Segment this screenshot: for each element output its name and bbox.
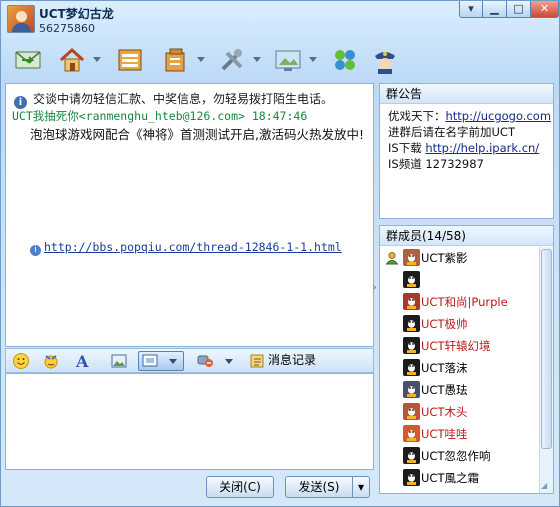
chevron-down-icon[interactable]	[197, 57, 205, 62]
message-input[interactable]	[5, 373, 374, 470]
member-avatar-icon	[403, 403, 420, 420]
link-icon: i	[30, 245, 41, 256]
home-icon[interactable]	[57, 45, 101, 75]
members-title: 群成员(14/58)	[380, 226, 553, 246]
group-announcement: 群公告 优戏天下：http://ucgogo.com 进群后请在名字前加UCT …	[379, 83, 554, 219]
police-icon[interactable]	[370, 45, 400, 75]
member-avatar-icon	[403, 293, 420, 310]
history-icon	[250, 354, 264, 368]
member-avatar-icon	[403, 447, 420, 464]
history-label: 消息记录	[268, 353, 317, 367]
member-name: UCT忽忽作响	[421, 449, 491, 463]
group-id: 56275860	[39, 22, 95, 35]
member-item[interactable]: UCT木头	[380, 401, 540, 423]
member-name: UCT落沫	[421, 361, 468, 375]
magic-emoji-icon[interactable]	[42, 352, 60, 370]
image-icon[interactable]	[110, 352, 128, 370]
voice-icon[interactable]	[196, 352, 214, 370]
close-window-button[interactable]: ✕	[530, 1, 559, 18]
title-bar: UCT梦幻古龙 56275860 ▾ ▁ □ ✕	[1, 1, 559, 39]
svg-text:A: A	[75, 352, 89, 370]
chevron-down-icon[interactable]	[93, 57, 101, 62]
send-button[interactable]: 发送(S)	[285, 476, 353, 498]
emoji-icon[interactable]	[12, 352, 30, 370]
member-name: UCT木头	[421, 405, 468, 419]
announcement-text: 优戏天下：	[388, 109, 446, 123]
member-item[interactable]: UCT愚珐	[380, 379, 540, 401]
chat-window: UCT梦幻古龙 56275860 ▾ ▁ □ ✕ i 交谈中请勿轻信汇款、中奖信…	[0, 0, 560, 507]
message-sender-line: UCT我抽死你<ranmenghu_hteb@126.com> 18:47:46	[12, 109, 308, 123]
close-button[interactable]: 关闭(C)	[206, 476, 274, 498]
member-avatar-icon	[403, 337, 420, 354]
window-menu-button[interactable]: ▾	[459, 1, 483, 18]
member-avatar-icon	[403, 359, 420, 376]
message-history-button[interactable]: 消息记录	[246, 351, 320, 370]
member-item[interactable]: UCT哇哇	[380, 423, 540, 445]
puzzle-icon[interactable]	[330, 45, 360, 75]
announcement-text: IS下载	[388, 141, 426, 155]
message-link[interactable]: http://bbs.popqiu.com/thread-12846-1-1.h…	[44, 240, 342, 254]
font-icon[interactable]: A	[74, 352, 92, 371]
chevron-down-icon[interactable]	[225, 359, 233, 364]
member-name: UCT和尚|Purple	[421, 295, 508, 309]
announcement-line: 优戏天下：http://ucgogo.com	[388, 108, 551, 124]
member-avatar-icon	[403, 381, 420, 398]
notice-text: 交谈中请勿轻信汇款、中奖信息，勿轻易拨打陌生电话。	[33, 92, 334, 106]
mail-icon[interactable]	[13, 45, 43, 75]
member-avatar-icon	[403, 271, 420, 288]
announcement-title: 群公告	[380, 84, 553, 104]
group-avatar[interactable]	[7, 5, 35, 33]
share-icon[interactable]	[161, 45, 205, 75]
members-scrollbar[interactable]	[539, 247, 553, 493]
announcement-line: 进群后请在名字前加UCT	[388, 125, 515, 139]
group-members: 群成员(14/58) UCT紫影 UCT和尚|Purple UCT极帅 UCT轩辕幻境…	[379, 225, 554, 494]
member-item[interactable]: UCT風之霜	[380, 467, 540, 489]
announcement-link[interactable]: http://help.ipark.cn/	[425, 141, 539, 155]
space-icon[interactable]	[115, 45, 145, 75]
member-name: UCT愚珐	[421, 383, 468, 397]
member-name: UCT极帅	[421, 317, 468, 331]
chevron-down-icon[interactable]	[309, 57, 317, 62]
member-avatar-icon	[403, 469, 420, 486]
apps-icon[interactable]	[217, 45, 261, 75]
group-name: UCT梦幻古龙	[39, 7, 114, 21]
maximize-button[interactable]: □	[506, 1, 531, 18]
security-notice: i 交谈中请勿轻信汇款、中奖信息，勿轻易拨打陌生电话。	[14, 90, 370, 109]
member-name: UCT轩辕幻境	[421, 339, 491, 353]
member-name: UCT哇哇	[421, 427, 468, 441]
member-item[interactable]: UCT忽忽作响	[380, 445, 540, 467]
minimize-button[interactable]: ▁	[482, 1, 507, 18]
member-avatar-icon	[403, 249, 420, 266]
message-history[interactable]: i 交谈中请勿轻信汇款、中奖信息，勿轻易拨打陌生电话。 UCT我抽死你<ranme…	[5, 83, 374, 347]
member-item[interactable]: UCT落沫	[380, 357, 540, 379]
send-options-dropdown[interactable]: ▾	[352, 476, 370, 498]
announcement-line: IS下载 http://help.ipark.cn/	[388, 140, 539, 156]
member-item[interactable]: UCT和尚|Purple	[380, 291, 540, 313]
chevron-down-icon[interactable]	[253, 57, 261, 62]
member-item[interactable]: UCT轩辕幻境	[380, 335, 540, 357]
member-name: UCT紫影	[421, 251, 468, 265]
chevron-down-icon[interactable]	[169, 359, 177, 364]
member-avatar-icon	[403, 425, 420, 442]
member-item[interactable]: UCT紫影	[380, 247, 540, 269]
toolbar	[1, 41, 559, 81]
member-item[interactable]: UCT极帅	[380, 313, 540, 335]
scrollbar-thumb[interactable]	[541, 249, 552, 449]
announcement-line: IS频道 12732987	[388, 157, 484, 171]
input-toolbar: A 消息记录	[5, 348, 374, 373]
admin-icon	[385, 251, 399, 265]
screenshot-button[interactable]	[138, 351, 184, 371]
message-body: 泡泡球游戏网配合《神将》首测测试开启,激活码火热发放中!	[30, 127, 364, 142]
message-link-row: i http://bbs.popqiu.com/thread-12846-1-1.…	[30, 240, 342, 256]
display-icon[interactable]	[273, 45, 317, 75]
member-avatar-icon	[403, 315, 420, 332]
resize-grip[interactable]: ◢	[541, 481, 551, 491]
member-name: UCT風之霜	[421, 471, 479, 485]
member-item[interactable]	[380, 269, 540, 291]
announcement-link[interactable]: http://ucgogo.com	[446, 109, 552, 123]
member-list: UCT紫影 UCT和尚|Purple UCT极帅 UCT轩辕幻境 UCT落沫 UCT愚珐 U…	[380, 247, 540, 489]
